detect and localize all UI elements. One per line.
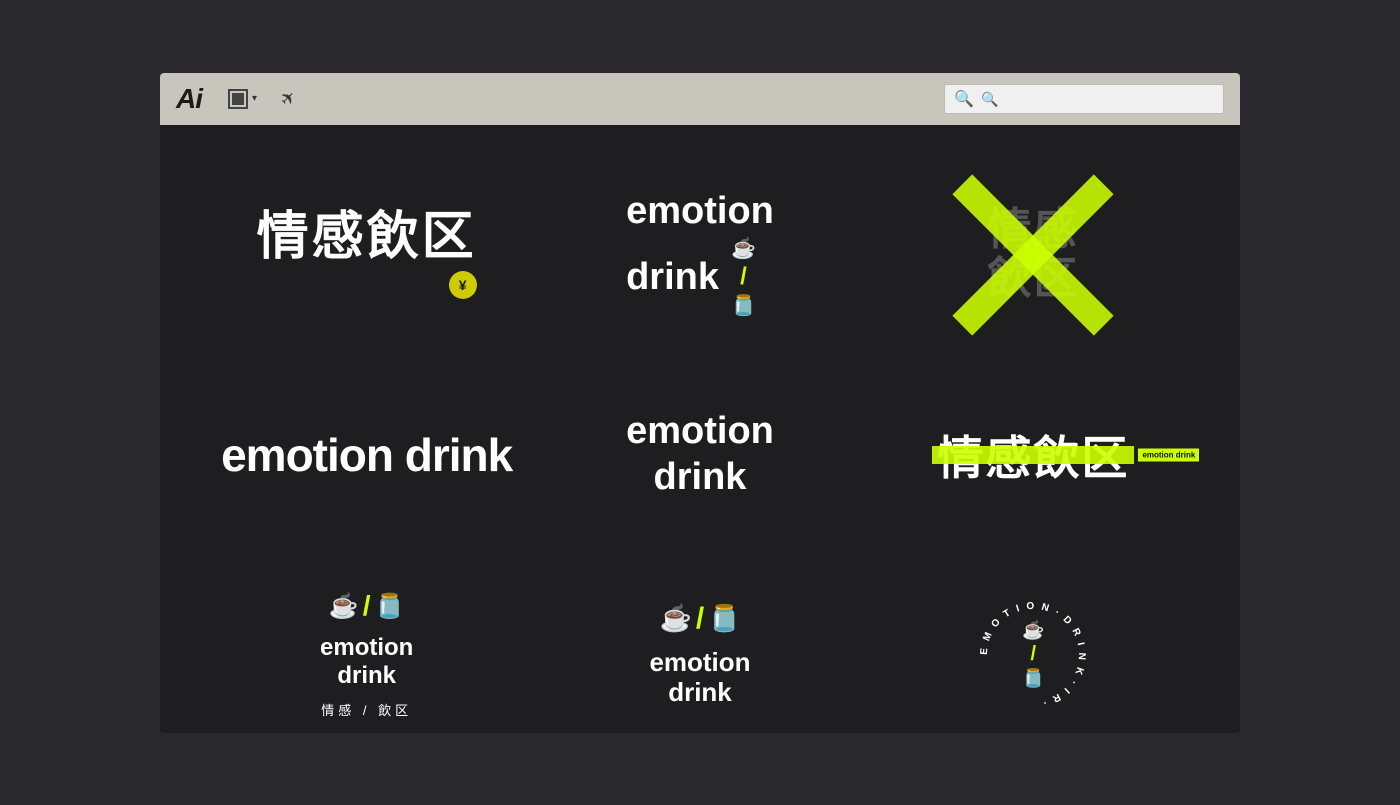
logo-chinese-main: 情感飲区 ¥ bbox=[257, 211, 477, 299]
cup-icon-2: ☕ bbox=[659, 603, 691, 634]
search-input[interactable] bbox=[944, 84, 1224, 114]
slash-left: / bbox=[363, 590, 371, 622]
slash-2: / bbox=[696, 602, 704, 636]
logo-chinese-strike: 情感飲区 emotion drink bbox=[937, 422, 1129, 488]
toolbar: Ai ▾ ✈ 🔍 bbox=[160, 73, 1240, 125]
grid-icon bbox=[228, 89, 248, 109]
chevron-down-icon: ▾ bbox=[252, 93, 257, 104]
logo-text-large: emotion drink bbox=[221, 428, 512, 482]
logo-cell-4: emotion drink bbox=[200, 355, 533, 555]
strike-bar bbox=[932, 446, 1134, 464]
emotion-drink-text-sm: emotiondrink bbox=[320, 634, 413, 689]
circular-logo-1: E M O T I O N · D R I N K · I R · ☕ / 🫙 bbox=[973, 595, 1093, 715]
cup-icon-bottom: 🫙 bbox=[731, 293, 756, 318]
drink-line1: drink bbox=[626, 258, 719, 296]
logo-cell-5: emotiondrink bbox=[533, 355, 866, 555]
yen-badge: ¥ bbox=[449, 271, 477, 299]
logo-cell-7: ☕ / 🫙 emotiondrink 情感 / 飲区 bbox=[200, 555, 533, 733]
chinese-subtitle: 情感 / 飲区 bbox=[321, 700, 412, 719]
bottle-icon: 🫙 bbox=[375, 592, 405, 621]
cup-icon-left: ☕ bbox=[329, 592, 359, 621]
logo-cell-3: 情感飲区 情感飲区 bbox=[867, 155, 1200, 355]
cup-icon-top: ☕ bbox=[731, 236, 756, 261]
emotion-line1: emotion bbox=[626, 191, 774, 233]
logo-cell-8: ☕ / 🫙 emotiondrink bbox=[533, 555, 866, 733]
logo-cell-1: 情感飲区 ¥ bbox=[200, 155, 533, 355]
strike-label: emotion drink bbox=[1138, 448, 1199, 461]
slash-icon: / bbox=[740, 263, 747, 291]
logo-cell-6: 情感飲区 emotion drink bbox=[867, 355, 1200, 555]
center-cup: ☕ bbox=[1022, 620, 1044, 641]
grid-view-button[interactable]: ▾ bbox=[222, 85, 263, 113]
logo-icon-text-2: ☕ / 🫙 emotiondrink bbox=[649, 602, 750, 708]
emotion-drink-text-2: emotiondrink bbox=[649, 648, 750, 708]
canvas: 情感飲区 ¥ emotion drink ☕ / 🫙 bbox=[160, 125, 1240, 733]
bottle-icon-2: 🫙 bbox=[708, 603, 740, 634]
search-container: 🔍 bbox=[944, 84, 1224, 114]
center-slash: / bbox=[1031, 643, 1037, 666]
logo-emotion-icons: emotion drink ☕ / 🫙 bbox=[626, 191, 774, 319]
search-icon: 🔍 bbox=[954, 89, 974, 109]
rocket-icon: ✈ bbox=[276, 86, 302, 112]
logo-cell-9: E M O T I O N · D R I N K · I R · ☕ / 🫙 bbox=[867, 555, 1200, 733]
icon-group: ☕ / 🫙 bbox=[329, 590, 405, 622]
icon-group-2: ☕ / 🫙 bbox=[659, 602, 740, 636]
send-button[interactable]: ✈ bbox=[275, 84, 302, 113]
ai-logo: Ai bbox=[176, 83, 202, 115]
logo-cell-2: emotion drink ☕ / 🫙 bbox=[533, 155, 866, 355]
logo-text-2line: emotiondrink bbox=[626, 409, 774, 500]
circular-center-1: ☕ / 🫙 bbox=[973, 595, 1093, 715]
center-bottle: 🫙 bbox=[1022, 668, 1044, 689]
logo-icon-text: ☕ / 🫙 emotiondrink 情感 / 飲区 bbox=[320, 590, 413, 718]
chinese-text-1: 情感飲区 bbox=[257, 211, 477, 263]
app-window: Ai ▾ ✈ 🔍 情感飲区 ¥ bbox=[160, 73, 1240, 733]
logo-x-tape: 情感飲区 情感飲区 bbox=[953, 175, 1113, 335]
